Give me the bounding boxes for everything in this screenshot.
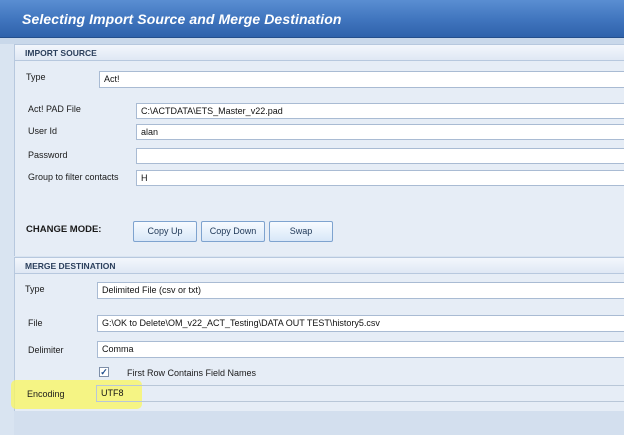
copy-up-button[interactable]: Copy Up (133, 221, 197, 242)
merge-destination-title: MERGE DESTINATION (25, 261, 116, 271)
footer-strip (14, 411, 624, 435)
group-filter-label: Group to filter contacts (28, 172, 119, 182)
dest-type-label: Type (25, 284, 45, 294)
change-mode-label: CHANGE MODE: (26, 224, 102, 235)
password-label: Password (28, 150, 68, 160)
window-title-bar: Selecting Import Source and Merge Destin… (0, 0, 624, 38)
import-source-title: IMPORT SOURCE (25, 48, 97, 58)
encoding-label: Encoding (27, 389, 65, 399)
user-id-field[interactable]: alan (136, 124, 624, 140)
first-row-checkbox[interactable]: ✓ (99, 367, 109, 377)
import-source-panel: IMPORT SOURCE Type Act! Act! PAD File C:… (14, 44, 624, 212)
pad-file-label: Act! PAD File (28, 104, 81, 114)
password-field[interactable] (136, 148, 624, 164)
pad-file-field[interactable]: C:\ACTDATA\ETS_Master_v22.pad (136, 103, 624, 119)
import-type-label: Type (26, 72, 46, 82)
delimiter-field[interactable]: Comma (97, 341, 624, 358)
swap-button[interactable]: Swap (269, 221, 333, 242)
dest-file-field[interactable]: G:\OK to Delete\OM_v22_ACT_Testing\DATA … (97, 315, 624, 332)
import-source-header: IMPORT SOURCE (15, 45, 624, 61)
delimiter-label: Delimiter (28, 345, 64, 355)
dest-type-field[interactable]: Delimited File (csv or txt) (97, 282, 624, 299)
dest-file-label: File (28, 318, 43, 328)
window-title: Selecting Import Source and Merge Destin… (22, 11, 342, 27)
merge-destination-header: MERGE DESTINATION (15, 258, 624, 274)
group-filter-field[interactable]: H (136, 170, 624, 186)
encoding-field[interactable]: UTF8 (96, 385, 624, 402)
first-row-label: First Row Contains Field Names (127, 368, 257, 378)
change-mode-bar: CHANGE MODE: Copy Up Copy Down Swap (14, 211, 624, 256)
import-type-field[interactable]: Act! (99, 71, 624, 88)
user-id-label: User Id (28, 126, 58, 136)
copy-down-button[interactable]: Copy Down (201, 221, 265, 242)
